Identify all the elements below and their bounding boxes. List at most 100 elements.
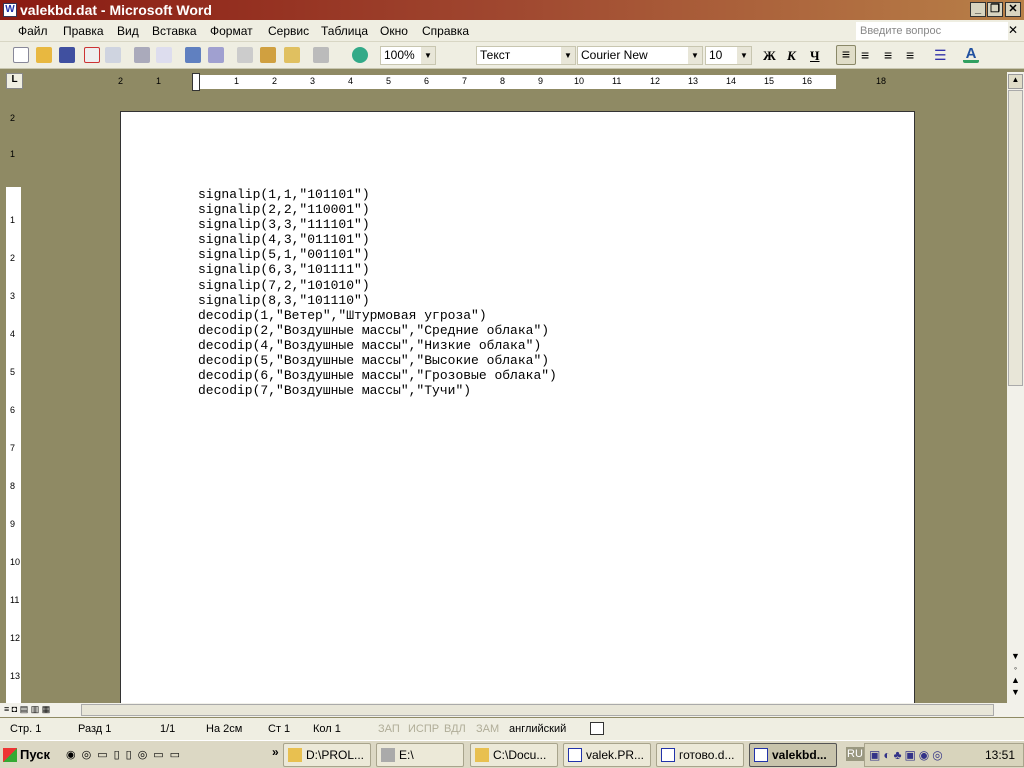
format-painter-icon[interactable] [284,47,300,63]
email-icon[interactable] [105,47,121,63]
menu-view[interactable]: Вид [117,24,139,38]
underline-button[interactable]: Ч [810,48,820,64]
indent-marker[interactable] [192,73,200,91]
close-button[interactable]: ✕ [1005,2,1021,17]
ruler-label: 6 [10,405,16,415]
status-at: На 2см [206,723,243,735]
align-center-icon[interactable]: ≡ [861,47,877,63]
task-folder-c[interactable]: C:\Docu... [470,743,558,767]
quick-launch-more[interactable]: » [272,745,279,759]
document-line[interactable]: decodip(5,"Воздушные массы","Высокие обл… [198,353,557,368]
ruler-label: 2 [272,76,278,86]
task-label: valekbd... [772,748,827,762]
document-line[interactable]: decodip(2,"Воздушные массы","Средние обл… [198,323,557,338]
bold-button[interactable]: Ж [763,48,776,64]
document-line[interactable]: signalip(4,3,"011101") [198,232,557,247]
ruler-label: 11 [612,76,622,86]
document-line[interactable]: decodip(6,"Воздушные массы","Грозовые об… [198,368,557,383]
document-line[interactable]: signalip(8,3,"101110") [198,293,557,308]
font-size-select[interactable]: 10 ▼ [705,46,752,65]
taskbar: Пуск ◉◎▭▯▯◎▭▭ » D:\PROL... E:\ C:\Docu..… [0,740,1024,768]
style-select[interactable]: Текст ▼ [476,46,576,65]
scroll-thumb[interactable] [1008,90,1023,386]
language-indicator[interactable]: RU [846,747,864,761]
status-ovr[interactable]: ЗАМ [476,723,499,735]
paste-icon[interactable] [260,47,276,63]
document-line[interactable]: signalip(1,1,"101101") [198,187,557,202]
vertical-scrollbar[interactable]: ▲ ▼ ◦ ▲ ▼ [1007,72,1024,703]
restore-button[interactable]: ❐ [987,2,1003,17]
align-right-icon[interactable]: ≡ [884,47,900,63]
status-ext[interactable]: ВДЛ [444,723,466,735]
justify-icon[interactable]: ≡ [906,47,922,63]
ruler-label: 3 [310,76,316,86]
document-line[interactable]: signalip(2,2,"110001") [198,202,557,217]
document-line[interactable]: decodip(1,"Ветер","Штурмовая угроза") [198,308,557,323]
minimize-button[interactable]: _ [970,2,986,17]
ruler-label: 5 [386,76,392,86]
document-line[interactable]: signalip(3,3,"111101") [198,217,557,232]
menu-insert[interactable]: Вставка [152,24,197,38]
document-line[interactable]: decodip(4,"Воздушные массы","Низкие обла… [198,338,557,353]
folder-icon [288,748,302,762]
browse-buttons[interactable]: ▼ ◦ ▲ ▼ [1008,650,1023,700]
tray-icons[interactable]: ▣◐♣▣◉◎ [869,748,946,762]
status-pages: 1/1 [160,723,176,735]
task-word-valek[interactable]: valek.PR... [563,743,651,767]
document-page[interactable]: signalip(1,1,"101101") signalip(2,2,"1100… [120,111,915,703]
print-icon[interactable] [134,47,150,63]
quick-launch-icons[interactable]: ◉◎▭▯▯◎▭▭ [66,748,186,761]
undo-icon[interactable] [313,47,329,63]
save-icon[interactable] [59,47,75,63]
close-document-button[interactable]: ✕ [1008,23,1018,37]
menu-window[interactable]: Окно [380,24,408,38]
menu-format[interactable]: Формат [210,24,253,38]
task-word-valekbd[interactable]: valekbd... [749,743,837,767]
open-icon[interactable] [36,47,52,63]
document-line[interactable]: decodip(7,"Воздушные массы","Тучи") [198,383,557,398]
ruler-margin-right [836,75,914,89]
ruler-label: 12 [10,633,21,643]
menu-file[interactable]: Файл [18,24,48,38]
task-word-gotovo[interactable]: готово.d... [656,743,744,767]
start-button[interactable]: Пуск [0,743,54,767]
drive-icon [381,748,395,762]
scroll-thumb-h[interactable] [81,704,994,716]
document-line[interactable]: signalip(6,3,"101111") [198,262,557,277]
title-bar: W valekbd.dat - Microsoft Word _ ❐ ✕ [0,0,1024,20]
research-icon[interactable] [208,47,224,63]
vertical-ruler[interactable]: 2 1 1 2 3 4 5 6 7 8 9 10 11 12 13 [6,111,21,703]
document-text[interactable]: signalip(1,1,"101101") signalip(2,2,"1100… [198,187,557,398]
status-trk[interactable]: ИСПР [408,723,439,735]
align-left-icon[interactable]: ≡ [836,45,856,65]
scroll-up-button[interactable]: ▲ [1008,74,1023,89]
menu-help[interactable]: Справка [422,24,469,38]
ruler-label: 18 [876,76,887,86]
status-rec[interactable]: ЗАП [378,723,400,735]
view-mode-buttons[interactable]: ≡ ◘ ▤ ▥ ▦ [4,704,50,715]
document-line[interactable]: signalip(7,2,"101010") [198,278,557,293]
task-drive-e[interactable]: E:\ [376,743,464,767]
spelling-status-icon[interactable] [590,722,604,735]
print-preview-icon[interactable] [156,47,172,63]
permission-icon[interactable] [84,47,100,63]
help-search-input[interactable]: Введите вопрос [856,22,1008,40]
hyperlink-icon[interactable] [352,47,368,63]
horizontal-ruler[interactable]: 2 1 1 2 3 4 5 6 7 8 9 10 11 12 13 14 15 16 18 [118,73,914,91]
menu-table[interactable]: Таблица [321,24,368,38]
tab-selector[interactable]: L [6,73,23,89]
document-line[interactable]: signalip(5,1,"001101") [198,247,557,262]
numbering-icon[interactable]: ☰ [934,47,950,63]
new-icon[interactable] [13,47,29,63]
spelling-icon[interactable] [185,47,201,63]
horizontal-scrollbar[interactable]: ≡ ◘ ▤ ▥ ▦ [0,703,1024,717]
italic-button[interactable]: К [787,48,796,64]
copy-icon[interactable] [237,47,253,63]
menu-tools[interactable]: Сервис [268,24,309,38]
menu-edit[interactable]: Правка [63,24,104,38]
font-color-icon[interactable]: A [963,46,979,63]
task-label: готово.d... [679,748,735,762]
font-select[interactable]: Courier New ▼ [577,46,703,65]
zoom-select[interactable]: 100% ▼ [380,46,436,65]
task-folder-d[interactable]: D:\PROL... [283,743,371,767]
